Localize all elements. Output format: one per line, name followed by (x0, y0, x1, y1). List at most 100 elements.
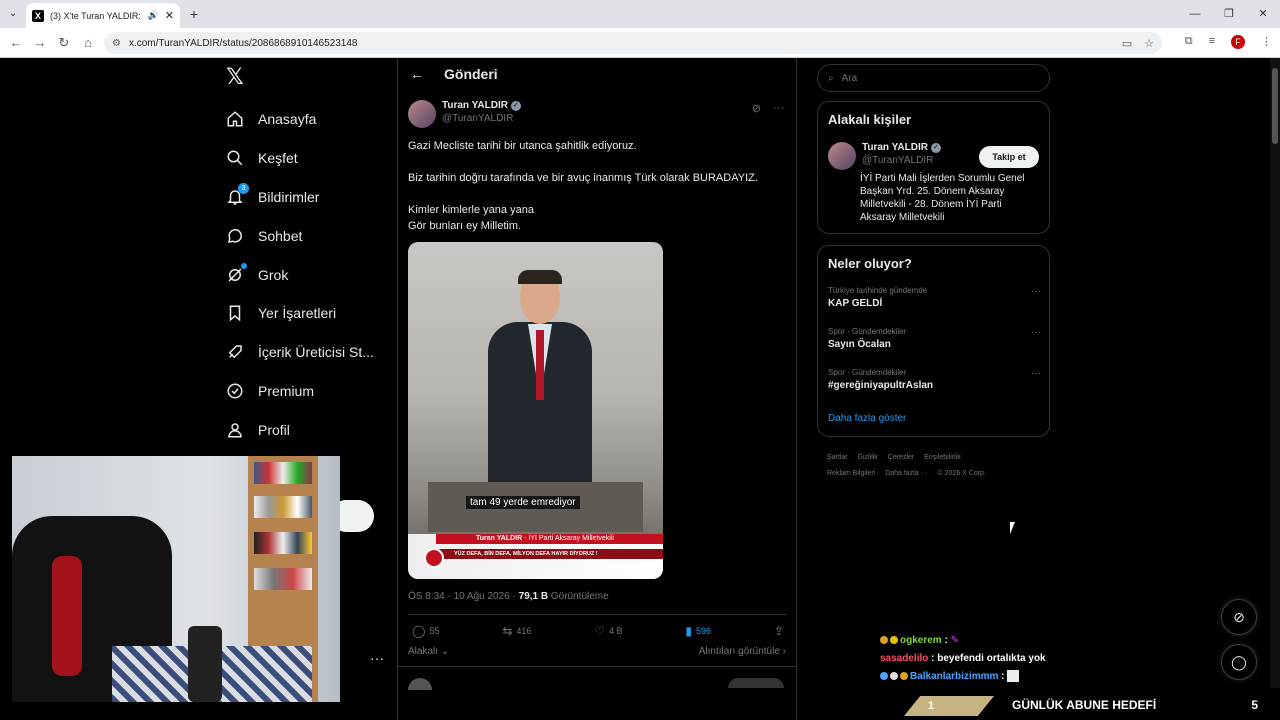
post-text: Gazi Mecliste tarihi bir utanca şahitlik… (408, 138, 788, 234)
page-header: ← Gönderi (410, 66, 498, 82)
parliament-seal-icon (424, 548, 444, 568)
view-quotes-link[interactable]: Alıntıları görüntüle › (699, 646, 786, 657)
sidebar-item-profile[interactable]: Profil (226, 410, 374, 449)
show-more-link[interactable]: Daha fazla göster (828, 413, 906, 424)
sidebar-item-bookmarks[interactable]: Yer İşaretleri (226, 294, 374, 333)
account-more-icon[interactable]: ··· (370, 650, 384, 666)
card-title: Neler oluyor? (828, 256, 912, 271)
sidebar-item-home[interactable]: Anasayfa (226, 100, 374, 139)
share-button[interactable]: ⇪ (774, 624, 784, 638)
new-dot (241, 262, 247, 269)
post-video[interactable]: tam 49 yerde emrediyor Turan YALDIR - İY… (408, 242, 663, 579)
bookmark-filled-icon: ▮ (685, 624, 693, 638)
microphone (188, 626, 222, 702)
search-placeholder: Ara (841, 72, 858, 84)
browser-tab[interactable]: X (3) X'te Turan YALDIR: "Gazi 🔊 ✕ (26, 3, 180, 28)
back-arrow-icon[interactable]: ← (410, 66, 424, 82)
related-people-card: Alakalı kişiler Turan YALDIR ✓ @TuranYALD… (817, 101, 1050, 234)
grok-explain-icon[interactable]: ⊘ (752, 102, 761, 115)
trend-category: Türkiye tarihinde gündemde (828, 286, 928, 295)
x-logo-icon[interactable]: 𝕏 (226, 64, 244, 90)
related-handle[interactable]: @TuranYALDIR (862, 155, 941, 166)
footer-link[interactable]: Daha fazla ··· (885, 470, 927, 477)
extensions-icon[interactable]: ⧉ (1185, 35, 1193, 49)
post-line: Gazi Mecliste tarihi bir utanca şahitlik… (408, 140, 637, 152)
back-icon[interactable]: ← (8, 35, 24, 51)
messages-fab-button[interactable]: ◯ (1221, 644, 1257, 680)
sidebar-item-premium[interactable]: Premium (226, 372, 374, 411)
stream-chat: ogkerem : ✎ sasadelilo : beyefendi ortal… (880, 632, 1046, 686)
author-handle[interactable]: @TuranYALDIR (442, 113, 521, 124)
avatar[interactable] (828, 142, 856, 170)
avatar[interactable] (408, 100, 436, 128)
tab-search-icon[interactable]: ⌄ (4, 5, 22, 23)
lower-third-tagline: YÜZ DEFA, BİN DEFA, MİLYON DEFA HAYIR Dİ… (436, 549, 663, 559)
footer-links: Şartlar Gizlilik Çerezler Erişilebilirli… (827, 450, 1047, 482)
related-person[interactable]: Turan YALDIR ✓ @TuranYALDIR (828, 142, 941, 170)
trend-more-icon[interactable]: ··· (1031, 368, 1041, 379)
verified-badge-icon: ✓ (930, 142, 941, 153)
reload-icon[interactable]: ↻ (56, 35, 72, 51)
bookmark-button[interactable]: ▮ 596 (685, 624, 711, 638)
main-column: ← Gönderi Turan YALDIR ✓ @TuranYALDIR ⊘ ·… (397, 58, 797, 720)
close-window-icon[interactable]: ✕ (1246, 0, 1280, 28)
site-info-icon[interactable]: ⚙ (112, 38, 121, 49)
sidebar-item-label: Bildirimler (258, 188, 320, 205)
footer-link: © 2026 X Corp. (937, 470, 986, 477)
chat-icon: ◯ (1231, 653, 1247, 670)
author-name[interactable]: Turan YALDIR (442, 100, 508, 111)
cast-icon[interactable]: ▭ (1122, 37, 1132, 50)
menu-dots-icon[interactable]: ⋮ (1261, 35, 1272, 49)
sidebar-item-label: İçerik Üreticisi St... (258, 344, 374, 361)
address-bar[interactable]: ⚙ x.com/TuranYALDIR/status/2086868910146… (104, 32, 1162, 54)
trend-item[interactable]: Spor · Gündemdekiler #gereğiniyapultrAsl… (828, 368, 1041, 391)
footer-link[interactable]: Erişilebilirlik (924, 454, 961, 461)
trend-item[interactable]: Türkiye tarihinde gündemde KAP GELDİ ··· (828, 286, 1041, 309)
home-browser-icon[interactable]: ⌂ (80, 35, 96, 51)
new-tab-button[interactable]: + (186, 6, 202, 22)
sidebar-item-creator-studio[interactable]: İçerik Üreticisi St... (226, 333, 374, 372)
views-label: Görüntüleme (548, 591, 609, 602)
restore-icon[interactable]: ❐ (1212, 0, 1246, 28)
post-line: Kimler kimlerle yana yana (408, 204, 534, 216)
bell-icon: 3 (226, 182, 249, 206)
more-options-icon[interactable]: ··· (773, 102, 784, 115)
profile-icon[interactable]: F (1231, 35, 1245, 49)
like-button[interactable]: ♡ 4 B (594, 624, 622, 638)
reading-list-icon[interactable]: ≡ (1209, 35, 1215, 49)
browser-tab-bar: ⌄ X (3) X'te Turan YALDIR: "Gazi 🔊 ✕ + —… (0, 0, 1280, 28)
post-timestamp[interactable]: ÖS 8:34 · 10 Ağu 2026 · (408, 591, 519, 602)
sidebar-item-notifications[interactable]: 3 Bildirimler (226, 178, 374, 217)
footer-link[interactable]: Gizlilik (858, 454, 878, 461)
close-tab-icon[interactable]: ✕ (165, 9, 174, 22)
footer-link[interactable]: Şartlar (827, 454, 848, 461)
sidebar-item-grok[interactable]: Grok (226, 255, 374, 294)
reply-button[interactable]: ◯ 55 (412, 624, 439, 638)
page-scrollbar[interactable] (1270, 58, 1280, 688)
trend-item[interactable]: Spor · Gündemdekiler Sayın Öcalan ··· (828, 327, 1041, 350)
sidebar-item-label: Keşfet (258, 150, 298, 167)
reply-submit-button[interactable] (728, 678, 784, 688)
post-author[interactable]: Turan YALDIR ✓ @TuranYALDIR (408, 100, 521, 128)
trend-category: Spor · Gündemdekiler (828, 368, 907, 377)
reply-sort-dropdown[interactable]: Alakalı ⌄ (408, 646, 449, 657)
repost-button[interactable]: ⇆ 416 (502, 624, 531, 638)
trends-card: Neler oluyor? Türkiye tarihinde gündemde… (817, 245, 1050, 437)
footer-link[interactable]: Reklam Bilgileri (827, 470, 875, 477)
related-name[interactable]: Turan YALDIR (862, 142, 928, 153)
search-input[interactable]: ⌕ Ara (817, 64, 1050, 92)
trend-title: #gereğiniyapultrAslan (828, 380, 934, 391)
sidebar-item-chat[interactable]: Sohbet (226, 216, 374, 255)
star-icon[interactable]: ☆ (1144, 37, 1154, 50)
forward-icon[interactable]: → (32, 35, 48, 51)
grok-icon (226, 262, 247, 284)
footer-link[interactable]: Çerezler (888, 454, 914, 461)
grok-fab-button[interactable]: ⊘ (1221, 599, 1257, 635)
sidebar-item-explore[interactable]: Keşfet (226, 139, 374, 178)
follow-button[interactable]: Takip et (979, 146, 1039, 168)
speaker-icon[interactable]: 🔊 (148, 10, 159, 21)
reply-avatar (408, 678, 432, 690)
minimize-icon[interactable]: — (1178, 0, 1212, 28)
trend-more-icon[interactable]: ··· (1031, 286, 1041, 297)
trend-more-icon[interactable]: ··· (1031, 327, 1041, 338)
